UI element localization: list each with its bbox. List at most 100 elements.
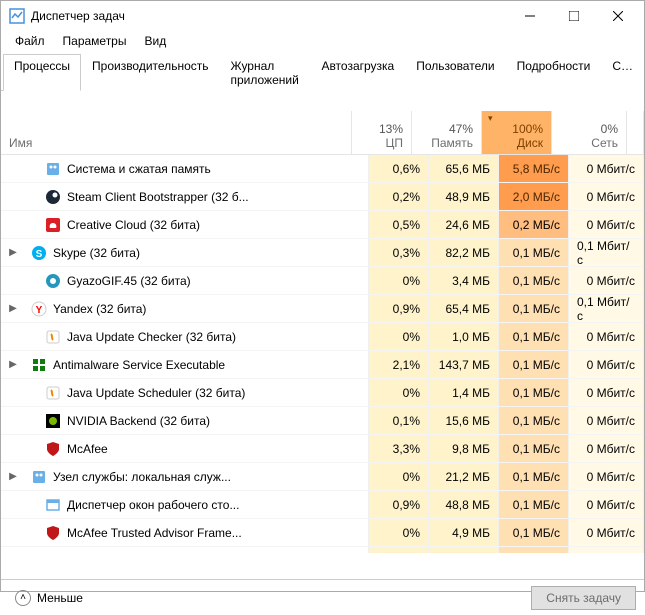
cell-mem: 1,4 МБ: [429, 379, 499, 406]
expand-icon[interactable]: ▶: [7, 303, 19, 315]
tab-apphistory[interactable]: Журнал приложений: [220, 54, 311, 91]
footer: ˄ Меньше Снять задачу: [1, 579, 644, 615]
process-grid: Имя 13%ЦП 47%Память ▾100%Диск 0%Сеть Сис…: [1, 111, 644, 579]
cell-mem: 4,9 МБ: [429, 519, 499, 546]
sort-descending-icon: ▾: [488, 113, 493, 124]
process-rows[interactable]: Система и сжатая память0,6%65,6 МБ5,8 МБ…: [1, 155, 644, 553]
maximize-button[interactable]: [552, 1, 596, 31]
process-row[interactable]: Система и сжатая память0,6%65,6 МБ5,8 МБ…: [1, 155, 644, 183]
cell-mem: 24,6 МБ: [429, 211, 499, 238]
col-net-pct: 0%: [601, 122, 618, 136]
tab-processes[interactable]: Процессы: [3, 54, 81, 91]
cell-net: 0 Мбит/с: [569, 267, 644, 294]
expand-icon: [7, 275, 19, 287]
svg-text:S: S: [36, 249, 43, 260]
expand-icon: [7, 191, 19, 203]
cell-mem: 9,8 МБ: [429, 435, 499, 462]
cell-disk: 0,1 МБ/с: [499, 379, 569, 406]
cell-disk: 0,1 МБ/с: [499, 519, 569, 546]
cell-mem: 3,4 МБ: [429, 267, 499, 294]
cell-mem: 1,0 МБ: [429, 323, 499, 350]
tab-users[interactable]: Пользователи: [405, 54, 505, 91]
expand-icon[interactable]: ▶: [7, 247, 19, 259]
expand-icon[interactable]: ▶: [7, 471, 19, 483]
cell-net: 0 Мбит/с: [569, 519, 644, 546]
minimize-button[interactable]: [508, 1, 552, 31]
tab-startup[interactable]: Автозагрузка: [310, 54, 405, 91]
process-row[interactable]: ▶Узел службы: локальная сист...0,3%24,1 …: [1, 547, 644, 553]
cell-disk: 0,2 МБ/с: [499, 211, 569, 238]
process-icon: [31, 469, 47, 485]
cell-disk: 0,1 МБ/с: [499, 435, 569, 462]
cell-disk: 0,1 МБ/с: [499, 491, 569, 518]
cell-disk: 0,1 МБ/с: [499, 239, 569, 266]
process-row[interactable]: Диспетчер окон рабочего сто... 0,9%48,8 М…: [1, 491, 644, 519]
process-name: McAfee: [67, 442, 108, 456]
cell-disk: 0,1 МБ/с: [499, 323, 569, 350]
col-scrollbar-spacer: [627, 111, 644, 154]
process-row[interactable]: NVIDIA Backend (32 бита)0,1%15,6 МБ0,1 М…: [1, 407, 644, 435]
col-disk[interactable]: ▾100%Диск: [482, 111, 552, 154]
menubar: Файл Параметры Вид: [1, 31, 644, 51]
close-button[interactable]: [596, 1, 640, 31]
process-name: NVIDIA Backend (32 бита): [67, 414, 210, 428]
cell-cpu: 0,6%: [369, 155, 429, 182]
cell-net: 0 Мбит/с: [569, 211, 644, 238]
process-row[interactable]: Java Update Checker (32 бита)0%1,0 МБ0,1…: [1, 323, 644, 351]
process-name: McAfee Trusted Advisor Frame...: [67, 526, 242, 540]
process-icon: S: [31, 245, 47, 261]
process-name: Диспетчер окон рабочего сто...: [67, 498, 239, 512]
col-cpu[interactable]: 13%ЦП: [352, 111, 412, 154]
cell-disk: 0,1 МБ/с: [499, 463, 569, 490]
process-row[interactable]: McAfee3,3%9,8 МБ0,1 МБ/с0 Мбит/с: [1, 435, 644, 463]
col-cpu-label: ЦП: [385, 136, 403, 150]
process-name: Creative Cloud (32 бита): [67, 218, 200, 232]
process-row[interactable]: Java Update Scheduler (32 бита)0%1,4 МБ0…: [1, 379, 644, 407]
menu-file[interactable]: Файл: [7, 32, 53, 50]
expand-icon: [7, 163, 19, 175]
menu-options[interactable]: Параметры: [55, 32, 135, 50]
process-row[interactable]: ▶SSkype (32 бита)0,3%82,2 МБ0,1 МБ/с0,1 …: [1, 239, 644, 267]
cell-net: 0 Мбит/с: [569, 547, 644, 553]
cell-mem: 48,8 МБ: [429, 491, 499, 518]
fewer-details-button[interactable]: ˄ Меньше: [9, 586, 89, 610]
cell-cpu: 0%: [369, 463, 429, 490]
process-row[interactable]: ▶Antimalware Service Executable2,1%143,7…: [1, 351, 644, 379]
process-icon: [45, 497, 61, 513]
process-row[interactable]: Steam Client Bootstrapper (32 б...0,2%48…: [1, 183, 644, 211]
cell-cpu: 0,9%: [369, 491, 429, 518]
tab-services[interactable]: С…: [601, 54, 644, 91]
menu-view[interactable]: Вид: [136, 32, 174, 50]
expand-icon[interactable]: ▶: [7, 359, 19, 371]
col-name-label: Имя: [9, 136, 32, 150]
cell-name: McAfee Trusted Advisor Frame...: [1, 519, 369, 546]
cell-net: 0,1 Мбит/с: [569, 295, 644, 322]
expand-icon: [7, 415, 19, 427]
cell-disk: 0,1 МБ/с: [499, 407, 569, 434]
app-icon: [9, 8, 25, 24]
process-row[interactable]: ▶YYandex (32 бита)0,9%65,4 МБ0,1 МБ/с0,1…: [1, 295, 644, 323]
fewer-label: Меньше: [37, 591, 83, 605]
process-icon: [45, 413, 61, 429]
process-row[interactable]: GyazoGIF.45 (32 бита)0%3,4 МБ0,1 МБ/с0 М…: [1, 267, 644, 295]
cell-net: 0,1 Мбит/с: [569, 239, 644, 266]
expand-icon: [7, 331, 19, 343]
cell-mem: 21,2 МБ: [429, 463, 499, 490]
col-net[interactable]: 0%Сеть: [552, 111, 627, 154]
col-name[interactable]: Имя: [1, 111, 352, 154]
cell-name: ▶Узел службы: локальная сист...: [1, 547, 369, 553]
end-task-button[interactable]: Снять задачу: [531, 586, 636, 610]
cell-name: ▶Antimalware Service Executable: [1, 351, 369, 378]
tab-performance[interactable]: Производительность: [81, 54, 219, 91]
tabs: Процессы Производительность Журнал прило…: [1, 53, 644, 91]
process-icon: [31, 553, 47, 554]
process-row[interactable]: McAfee Trusted Advisor Frame...0%4,9 МБ0…: [1, 519, 644, 547]
col-mem[interactable]: 47%Память: [412, 111, 482, 154]
process-icon: [45, 441, 61, 457]
window-title: Диспетчер задач: [31, 9, 508, 23]
process-row[interactable]: Creative Cloud (32 бита)0,5%24,6 МБ0,2 М…: [1, 211, 644, 239]
tab-details[interactable]: Подробности: [506, 54, 602, 91]
process-name: Система и сжатая память: [67, 162, 211, 176]
process-row[interactable]: ▶Узел службы: локальная служ...0%21,2 МБ…: [1, 463, 644, 491]
cell-cpu: 0,3%: [369, 239, 429, 266]
